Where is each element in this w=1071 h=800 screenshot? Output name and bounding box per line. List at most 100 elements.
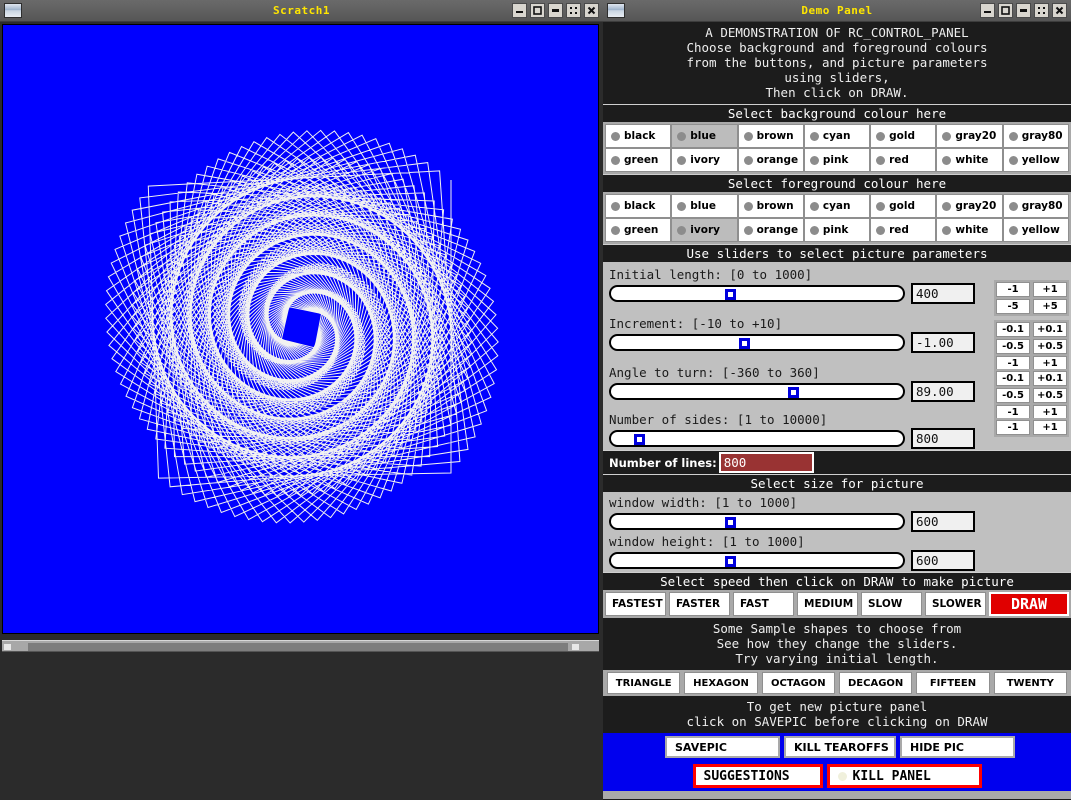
shape-button-octagon[interactable]: OCTAGON [761, 672, 835, 694]
hscroll-track[interactable] [2, 640, 599, 652]
foreground-colour-cyan[interactable]: cyan [803, 194, 871, 218]
background-colour-gray80[interactable]: gray80 [1002, 124, 1069, 148]
danger-button-kill-panel[interactable]: KILL PANEL [826, 764, 982, 788]
stepper-button-05[interactable]: +0.5 [1033, 339, 1067, 354]
stepper-button-minus05[interactable]: -0.5 [996, 388, 1030, 403]
foreground-colour-blue[interactable]: blue [671, 194, 738, 218]
foreground-colour-yellow[interactable]: yellow [1002, 218, 1069, 242]
shape-button-hexagon[interactable]: HEXAGON [684, 672, 758, 694]
shape-button-decagon[interactable]: DECAGON [838, 672, 913, 694]
stepper-button-1[interactable]: +1 [1033, 282, 1067, 297]
size-slider-handle[interactable] [725, 556, 736, 567]
speed-button-medium[interactable]: MEDIUM [797, 592, 858, 616]
action-button-kill-tearoffs[interactable]: KILL TEAROFFS [784, 736, 896, 758]
parameter-slider-handle[interactable] [787, 387, 799, 398]
danger-button-suggestions[interactable]: SUGGESTIONS [692, 764, 823, 788]
foreground-colour-gold[interactable]: gold [870, 194, 937, 218]
parameter-slider-handle[interactable] [633, 434, 645, 445]
resize-icon[interactable] [1034, 3, 1049, 18]
size-slider-track[interactable] [609, 552, 905, 569]
maximize-icon[interactable] [530, 3, 545, 18]
background-colour-white[interactable]: white [936, 148, 1003, 172]
parameter-slider-track[interactable] [609, 285, 905, 302]
speed-button-faster[interactable]: FASTER [669, 592, 730, 616]
minimize-icon[interactable] [512, 3, 527, 18]
shade-icon[interactable] [548, 3, 563, 18]
close-icon[interactable] [584, 3, 599, 18]
window-menu-icon[interactable] [607, 3, 625, 18]
stepper-button-minus05[interactable]: -0.5 [996, 339, 1030, 354]
speed-button-slow[interactable]: SLOW [861, 592, 922, 616]
speed-button-fast[interactable]: FAST [733, 592, 794, 616]
stepper-button-minus5[interactable]: -5 [996, 299, 1030, 314]
background-colour-brown[interactable]: brown [737, 124, 804, 148]
size-slider-handle[interactable] [725, 517, 736, 528]
shape-button-twenty[interactable]: TWENTY [993, 672, 1067, 694]
background-colour-gray20[interactable]: gray20 [936, 124, 1003, 148]
foreground-colour-white[interactable]: white [936, 218, 1003, 242]
maximize-icon[interactable] [998, 3, 1013, 18]
background-colour-red[interactable]: red [870, 148, 937, 172]
size-slider-value[interactable]: 600 [911, 511, 975, 532]
stepper-button-minus1[interactable]: -1 [996, 420, 1030, 435]
stepper-button-minus01[interactable]: -0.1 [996, 322, 1030, 337]
foreground-colour-green[interactable]: green [605, 218, 672, 242]
foreground-colour-gray80[interactable]: gray80 [1002, 194, 1069, 218]
speed-button-fastest[interactable]: FASTEST [605, 592, 666, 616]
size-slider-value[interactable]: 600 [911, 550, 975, 571]
window-menu-icon[interactable] [4, 3, 22, 18]
action-button-savepic[interactable]: SAVEPIC [665, 736, 780, 758]
background-colour-green[interactable]: green [605, 148, 672, 172]
stepper-button-01[interactable]: +0.1 [1033, 371, 1067, 386]
foreground-colour-brown[interactable]: brown [737, 194, 804, 218]
parameter-slider-track[interactable] [609, 383, 905, 400]
foreground-colour-pink[interactable]: pink [803, 218, 871, 242]
parameter-slider-value[interactable]: -1.00 [911, 332, 975, 353]
scratch-titlebar[interactable]: Scratch1 [0, 0, 603, 22]
stepper-button-1[interactable]: +1 [1033, 420, 1067, 435]
background-colour-orange[interactable]: orange [737, 148, 804, 172]
background-colour-cyan[interactable]: cyan [803, 124, 871, 148]
shade-icon[interactable] [1016, 3, 1031, 18]
stepper-button-05[interactable]: +0.5 [1033, 388, 1067, 403]
stepper-button-minus1[interactable]: -1 [996, 282, 1030, 297]
minimize-icon[interactable] [980, 3, 995, 18]
background-colour-ivory[interactable]: ivory [671, 148, 738, 172]
draw-button[interactable]: DRAW [989, 592, 1069, 616]
size-slider-label: window height: [1 to 1000] [609, 534, 805, 549]
scratch-drawing-canvas[interactable] [2, 24, 599, 634]
stepper-button-5[interactable]: +5 [1033, 299, 1067, 314]
action-button-hide-pic[interactable]: HIDE PIC [900, 736, 1015, 758]
parameter-slider-handle[interactable] [725, 289, 736, 300]
background-colour-blue[interactable]: blue [671, 124, 738, 148]
shape-button-fifteen[interactable]: FIFTEEN [916, 672, 990, 694]
size-slider-track[interactable] [609, 513, 905, 530]
shape-button-triangle[interactable]: TRIANGLE [607, 672, 681, 694]
parameter-slider-track[interactable] [609, 334, 905, 351]
parameter-slider-value[interactable]: 800 [911, 428, 975, 449]
background-colour-black[interactable]: black [605, 124, 672, 148]
background-colour-gold[interactable]: gold [870, 124, 937, 148]
demo-titlebar[interactable]: Demo Panel [603, 0, 1071, 22]
hscroll-left-cap[interactable] [4, 644, 11, 650]
number-of-lines-value[interactable]: 800 [718, 452, 814, 473]
parameter-slider-track[interactable] [609, 430, 905, 447]
speed-button-slower[interactable]: SLOWER [925, 592, 986, 616]
hscroll-right-cap[interactable] [572, 644, 579, 650]
parameter-slider-value[interactable]: 400 [911, 283, 975, 304]
parameter-slider-handle[interactable] [739, 338, 751, 349]
parameter-slider-value[interactable]: 89.00 [911, 381, 975, 402]
resize-icon[interactable] [566, 3, 581, 18]
stepper-button-01[interactable]: +0.1 [1033, 322, 1067, 337]
background-colour-yellow[interactable]: yellow [1002, 148, 1069, 172]
foreground-colour-ivory[interactable]: ivory [671, 218, 738, 242]
foreground-colour-orange[interactable]: orange [737, 218, 804, 242]
hscroll-thumb[interactable] [28, 643, 568, 651]
close-icon[interactable] [1052, 3, 1067, 18]
foreground-colour-red[interactable]: red [870, 218, 937, 242]
foreground-colour-gray20[interactable]: gray20 [936, 194, 1003, 218]
number-of-lines-label: Number of lines: [609, 455, 717, 470]
stepper-button-minus01[interactable]: -0.1 [996, 371, 1030, 386]
background-colour-pink[interactable]: pink [803, 148, 871, 172]
foreground-colour-black[interactable]: black [605, 194, 672, 218]
